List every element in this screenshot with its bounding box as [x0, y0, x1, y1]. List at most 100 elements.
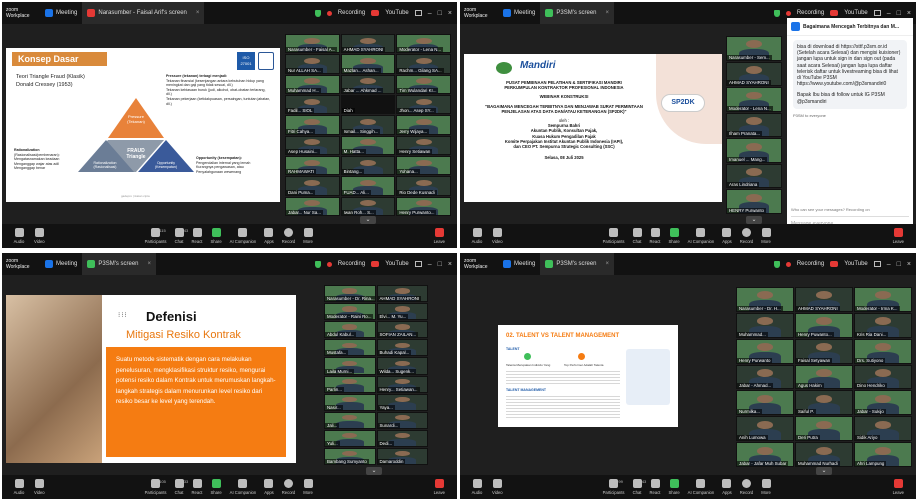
maximize-icon[interactable]: □	[897, 10, 901, 17]
participant-tile[interactable]: Agus Hakim	[795, 364, 853, 390]
participant-tile[interactable]: Jabar - Jafar Muh Subar	[736, 442, 794, 467]
close-icon[interactable]: ×	[148, 261, 152, 267]
participant-tile[interactable]: Moderator - Raini Ro...	[324, 303, 376, 321]
toolbar-video-button[interactable]: Video	[488, 475, 507, 495]
participant-tile[interactable]: Nur ALLAH SA...	[285, 54, 340, 74]
participant-tile[interactable]: Jabar... Nur Sa...	[285, 196, 340, 216]
tab-share[interactable]: P3SM's screen ×	[540, 253, 615, 275]
participant-tile[interactable]: Drs. Sutiyono	[854, 338, 912, 364]
toolbar-more-button[interactable]: More	[299, 224, 317, 244]
toolbar-more-button[interactable]: More	[757, 224, 775, 244]
participant-tile[interactable]: Dedi...	[376, 429, 428, 447]
participant-tile[interactable]: Ahri Lampung	[854, 442, 912, 467]
close-icon[interactable]: ×	[606, 10, 610, 16]
toolbar-react-button[interactable]: React	[646, 475, 665, 495]
participant-tile[interactable]: Fitri Cahya...	[285, 115, 340, 135]
toolbar-leave-button[interactable]: Leave	[889, 475, 908, 495]
toolbar-share-button[interactable]: Share	[664, 224, 683, 244]
minimize-icon[interactable]: –	[428, 10, 432, 17]
close-icon[interactable]: ×	[606, 261, 610, 267]
participant-tile[interactable]: SOFIAN ZAILAN...	[376, 321, 428, 339]
tab-meeting[interactable]: Meeting	[498, 2, 540, 24]
tab-meeting[interactable]: Meeting	[40, 2, 82, 24]
tab-share[interactable]: P3SM's screen ×	[540, 2, 615, 24]
participant-tile[interactable]: Iwan Roh... S...	[340, 196, 396, 216]
participant-tile[interactable]: Narasumber - Sem...	[726, 36, 782, 61]
toolbar-more-button[interactable]: More	[757, 475, 775, 495]
participant-tile[interactable]: Narasumber - Dr. H...	[736, 287, 794, 312]
participant-tile[interactable]: M. Hatta...	[340, 135, 396, 155]
chevron-down-icon[interactable]: ⌄	[816, 467, 832, 475]
minimize-icon[interactable]: –	[887, 10, 891, 17]
participant-tile[interactable]: Narasumber - Faisal A...	[285, 34, 340, 54]
toolbar-participants-button[interactable]: 115 Participants	[141, 224, 171, 244]
participant-tile[interactable]: Henry Setiawan	[396, 135, 451, 155]
toolbar-audio-button[interactable]: Audio	[466, 224, 488, 244]
toolbar-leave-button[interactable]: Leave	[430, 224, 449, 244]
participant-tile[interactable]: Nurmilka...	[736, 390, 794, 416]
toolbar-ai-companion-button[interactable]: AI Companion	[226, 475, 261, 495]
toolbar-chat-button[interactable]: Chat	[629, 224, 646, 244]
participant-tile[interactable]: Muhammad Nurhadi	[795, 442, 853, 467]
participant-tile[interactable]: Ilham Pranata...	[726, 112, 782, 138]
toolbar-video-button[interactable]: Video	[30, 224, 49, 244]
toolbar-record-button[interactable]: Record	[278, 224, 300, 244]
close-window-icon[interactable]: ×	[448, 261, 452, 268]
toolbar-share-button[interactable]: Share	[206, 224, 225, 244]
participant-tile[interactable]: Elvi... M. Yu...	[376, 303, 428, 321]
participant-tile[interactable]: Nasir...	[324, 393, 376, 411]
participant-tile[interactable]: Moderator - Lena N...	[726, 87, 782, 112]
close-window-icon[interactable]: ×	[448, 10, 452, 17]
toolbar-ai-companion-button[interactable]: AI Companion	[684, 224, 719, 244]
participant-tile[interactable]: Laila Murni...	[324, 357, 376, 375]
toolbar-chat-button[interactable]: 43 Chat	[629, 475, 646, 495]
toolbar-ai-companion-button[interactable]: AI Companion	[226, 224, 261, 244]
pip-icon[interactable]	[873, 261, 881, 267]
participant-tile[interactable]: Mazlan... Ashan...	[340, 54, 396, 74]
participant-tile[interactable]: Jerry Wijaya...	[396, 115, 451, 135]
toolbar-apps-button[interactable]: Apps	[260, 475, 278, 495]
participant-tile[interactable]: Ismail... Singgih...	[340, 115, 396, 135]
tab-share[interactable]: Narasumber - Faisal Arif's screen ×	[82, 2, 205, 24]
participant-tile[interactable]: Jhon... Asep SY...	[396, 95, 451, 115]
participant-tile[interactable]: Abdul Kabul...	[324, 321, 376, 339]
minimize-icon[interactable]: –	[428, 261, 432, 268]
participant-tile[interactable]: Buhadi Kapal...	[376, 339, 428, 357]
participant-tile[interactable]: Parlin...	[324, 375, 376, 393]
toolbar-video-button[interactable]: Video	[30, 475, 49, 495]
participant-tile[interactable]: Sidik Ariyo	[854, 416, 912, 442]
participant-tile[interactable]: RAHMAWATI	[285, 156, 340, 176]
toolbar-participants-button[interactable]: Participants	[599, 224, 629, 244]
participant-tile[interactable]: Bintang...	[340, 156, 396, 176]
toolbar-leave-button[interactable]: Leave	[430, 475, 449, 495]
participant-tile[interactable]: Diah	[340, 95, 396, 115]
participant-tile[interactable]: Dani Puma...	[285, 176, 340, 196]
participant-tile[interactable]: Faisal Setyawan	[795, 338, 853, 364]
toolbar-record-button[interactable]: Record	[736, 224, 758, 244]
participant-tile[interactable]: Muhammad H...	[285, 74, 340, 94]
toolbar-audio-button[interactable]: Audio	[8, 475, 30, 495]
participant-tile[interactable]: Jabar - Ahmad...	[736, 364, 794, 390]
toolbar-share-button[interactable]: Share	[664, 475, 683, 495]
participant-tile[interactable]: Jali...	[324, 411, 376, 429]
participant-tile[interactable]: Yaya...	[376, 393, 428, 411]
toolbar-participants-button[interactable]: 105 Participants	[141, 475, 171, 495]
minimize-icon[interactable]: –	[887, 261, 891, 268]
chevron-down-icon[interactable]: ⌄	[746, 216, 762, 224]
participant-tile[interactable]: Mustafa...	[324, 339, 376, 357]
participant-tile[interactable]: Tim Wulandari KI...	[396, 74, 451, 94]
participant-tile[interactable]: Yohana...	[396, 156, 451, 176]
participant-tile[interactable]: Kris Ria Dani...	[854, 312, 912, 338]
chevron-down-icon[interactable]: ⌄	[360, 216, 376, 224]
tab-meeting[interactable]: Meeting	[40, 253, 82, 275]
toolbar-record-button[interactable]: Record	[278, 475, 300, 495]
toolbar-leave-button[interactable]: Leave	[889, 224, 908, 244]
toolbar-ai-companion-button[interactable]: AI Companion	[684, 475, 719, 495]
toolbar-apps-button[interactable]: Apps	[718, 475, 736, 495]
pip-icon[interactable]	[873, 10, 881, 16]
participant-tile[interactable]: Moderator - Lena N...	[396, 34, 451, 54]
participant-tile[interactable]: Henry... Setiawan...	[376, 375, 428, 393]
close-window-icon[interactable]: ×	[907, 261, 911, 268]
participant-tile[interactable]: Jabar - Sukijo	[854, 390, 912, 416]
toolbar-participants-button[interactable]: 99 Participants	[599, 475, 629, 495]
